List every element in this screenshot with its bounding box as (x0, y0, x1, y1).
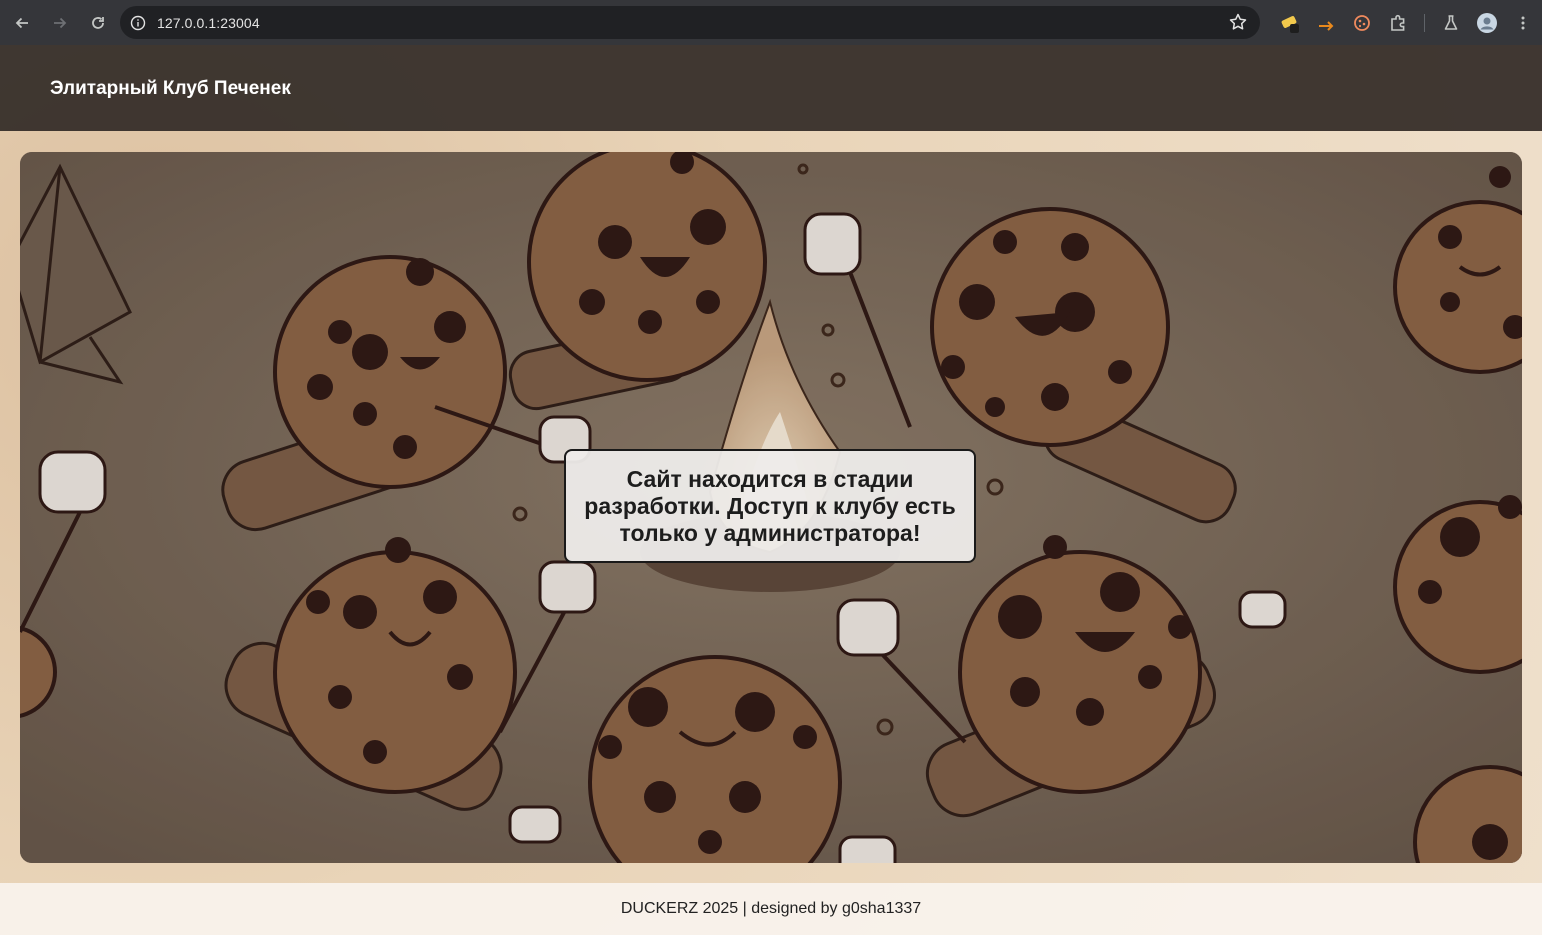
site-title[interactable]: Элитарный Клуб Печенек (50, 78, 291, 100)
menu-kebab-icon[interactable] (1505, 5, 1541, 41)
site-info-icon[interactable] (128, 13, 148, 33)
bookmark-star-icon[interactable] (1228, 12, 1248, 37)
footer-text: DUCKERZ 2025 | designed by g0sha1337 (620, 900, 922, 917)
extensions-area (1272, 0, 1541, 45)
back-arrow-icon[interactable] (4, 5, 40, 41)
profile-avatar-icon[interactable] (1469, 5, 1505, 41)
page-viewport: Элитарный Клуб Печенек Сайт находится в … (0, 45, 1542, 935)
notice-text: Сайт находится в стадии разработки. Дост… (584, 465, 956, 546)
toolbar-divider (1424, 13, 1425, 32)
url-text[interactable]: 127.0.0.1:23004 (157, 15, 260, 31)
address-bar[interactable]: 127.0.0.1:23004 (120, 6, 1260, 39)
browser-toolbar: 127.0.0.1:23004 (0, 0, 1542, 45)
hero-banner: Сайт находится в стадии разработки. Дост… (20, 152, 1522, 863)
site-footer: DUCKERZ 2025 | designed by g0sha1337 (0, 883, 1542, 935)
site-header: Элитарный Клуб Печенек (0, 45, 1542, 131)
maintenance-notice: Сайт находится в стадии разработки. Дост… (564, 449, 976, 563)
extension-pencil-icon[interactable] (1272, 5, 1308, 41)
forward-arrow-icon[interactable] (42, 5, 78, 41)
extension-cookie-icon[interactable] (1344, 5, 1380, 41)
reload-icon[interactable] (80, 5, 116, 41)
extension-arrow-icon[interactable] (1308, 5, 1344, 41)
labs-flask-icon[interactable] (1433, 5, 1469, 41)
extensions-puzzle-icon[interactable] (1380, 5, 1416, 41)
